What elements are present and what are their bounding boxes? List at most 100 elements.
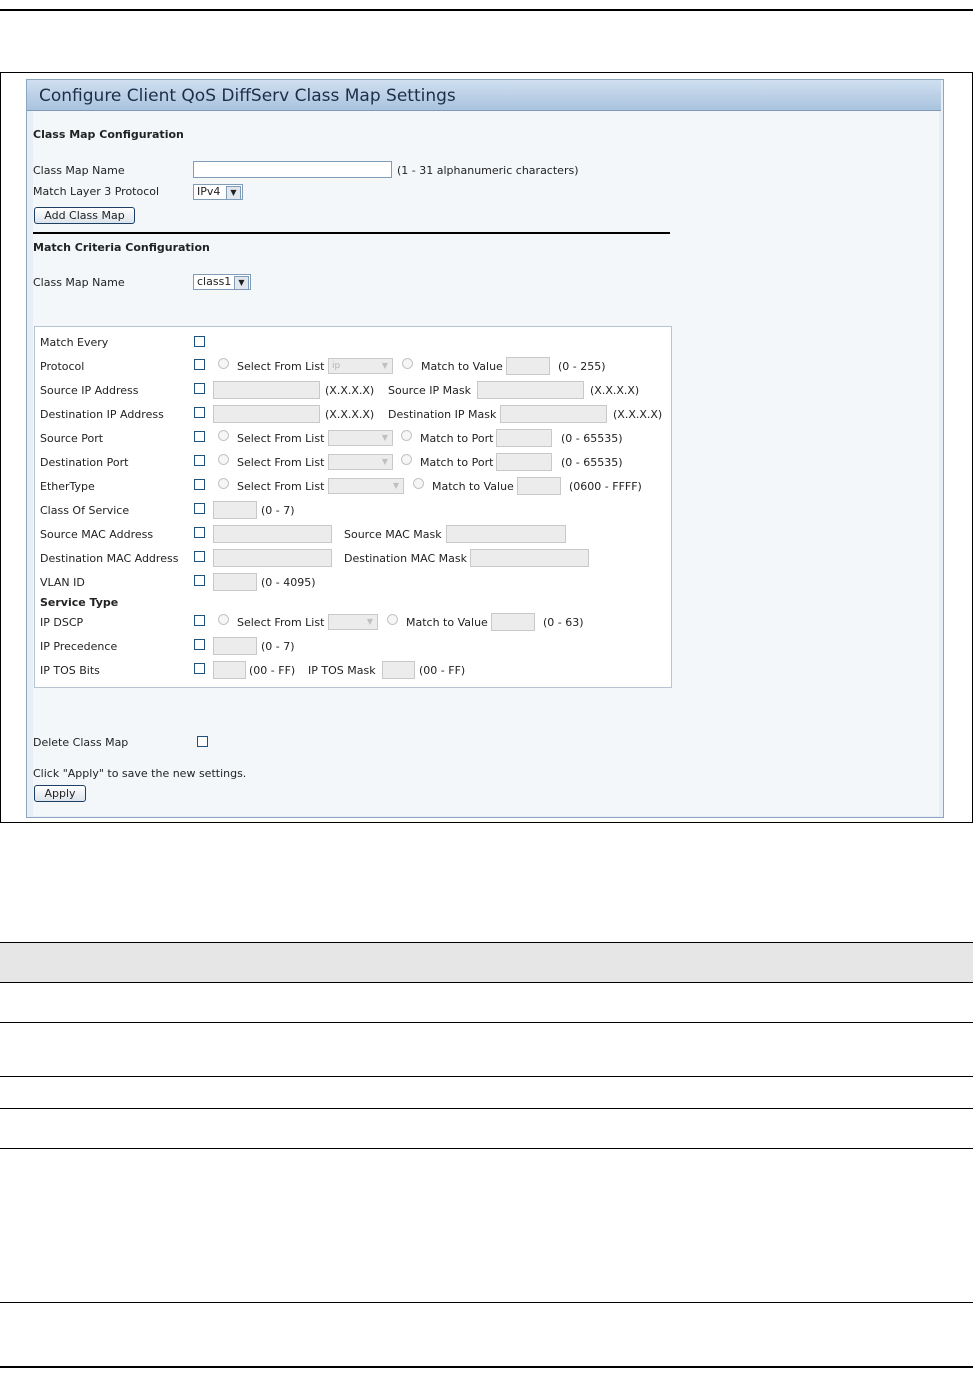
protocol-select-list-label: Select From List [237, 360, 325, 373]
class-map-name-input[interactable] [193, 161, 392, 178]
dest-port-checkbox[interactable] [194, 455, 205, 466]
match-every-label: Match Every [40, 336, 109, 349]
chevron-down-icon: ▼ [366, 617, 374, 626]
dest-ip-mask-format: (X.X.X.X) [613, 408, 663, 421]
dest-ip-label: Destination IP Address [40, 408, 164, 421]
dest-port-select-list-radio[interactable] [218, 454, 229, 465]
section-divider [33, 232, 670, 234]
chevron-down-icon: ▼ [234, 276, 249, 290]
source-mac-checkbox[interactable] [194, 527, 205, 538]
layer3-protocol-value: IPv4 [197, 185, 221, 198]
cos-label: Class Of Service [40, 504, 130, 517]
table-rule [0, 1108, 973, 1109]
ethertype-value-input[interactable] [517, 477, 561, 495]
apply-button[interactable]: Apply [34, 785, 86, 802]
protocol-match-value-radio[interactable] [402, 358, 413, 369]
delete-class-map-checkbox[interactable] [197, 736, 208, 747]
source-ip-mask-input[interactable] [477, 381, 584, 399]
dest-ip-mask-input[interactable] [500, 405, 607, 423]
source-port-checkbox[interactable] [194, 431, 205, 442]
source-ip-format: (X.X.X.X) [325, 384, 375, 397]
ethertype-checkbox[interactable] [194, 479, 205, 490]
dest-ip-checkbox[interactable] [194, 407, 205, 418]
source-port-match-label: Match to Port [420, 432, 494, 445]
source-port-list-select[interactable]: ▼ [328, 430, 393, 446]
layer3-protocol-select[interactable]: IPv4 ▼ [193, 184, 243, 200]
dest-ip-input[interactable] [213, 405, 320, 423]
ethertype-select-list-radio[interactable] [218, 478, 229, 489]
page-title: Configure Client QoS DiffServ Class Map … [39, 86, 456, 106]
source-port-match-radio[interactable] [401, 430, 412, 441]
cos-checkbox[interactable] [194, 503, 205, 514]
chevron-down-icon: ▼ [381, 433, 389, 442]
source-port-select-list-label: Select From List [237, 432, 325, 445]
dest-mac-checkbox[interactable] [194, 551, 205, 562]
source-port-label: Source Port [40, 432, 104, 445]
page-top-rule [0, 9, 973, 11]
table-rule [0, 1148, 973, 1149]
class-map-name-label: Class Map Name [33, 164, 125, 177]
ip-tos-mask-range: (00 - FF) [419, 664, 466, 677]
protocol-checkbox[interactable] [194, 359, 205, 370]
service-type-heading: Service Type [40, 596, 119, 609]
add-class-map-button[interactable]: Add Class Map [34, 207, 135, 224]
match-class-map-value: class1 [197, 275, 232, 288]
dest-mac-input[interactable] [213, 549, 332, 567]
ip-dscp-label: IP DSCP [40, 616, 84, 629]
vlan-label: VLAN ID [40, 576, 85, 589]
protocol-list-value: ip [332, 361, 341, 371]
class-map-name-hint: (1 - 31 alphanumeric characters) [397, 164, 579, 177]
vlan-checkbox[interactable] [194, 575, 205, 586]
ip-precedence-checkbox[interactable] [194, 639, 205, 650]
vlan-range: (0 - 4095) [261, 576, 316, 589]
dest-port-input[interactable] [496, 453, 552, 471]
ip-tos-label: IP TOS Bits [40, 664, 100, 677]
protocol-value-input[interactable] [506, 357, 550, 375]
source-ip-input[interactable] [213, 381, 320, 399]
ethertype-match-radio[interactable] [413, 478, 424, 489]
source-ip-checkbox[interactable] [194, 383, 205, 394]
ip-dscp-select-list-radio[interactable] [218, 614, 229, 625]
source-mac-mask-input[interactable] [446, 525, 566, 543]
dest-mac-mask-input[interactable] [470, 549, 589, 567]
ip-precedence-input[interactable] [213, 637, 257, 655]
table-rule [0, 1076, 973, 1077]
source-port-select-list-radio[interactable] [218, 430, 229, 441]
table-rule [0, 982, 973, 983]
ip-dscp-list-select[interactable]: ▼ [328, 614, 378, 630]
source-ip-mask-format: (X.X.X.X) [590, 384, 640, 397]
dest-port-list-select[interactable]: ▼ [328, 454, 393, 470]
vlan-input[interactable] [213, 573, 257, 591]
chevron-down-icon: ▼ [226, 186, 241, 200]
class-map-config-heading: Class Map Configuration [33, 128, 184, 141]
table-rule [0, 942, 973, 943]
dest-port-label: Destination Port [40, 456, 129, 469]
dest-port-match-radio[interactable] [401, 454, 412, 465]
chevron-down-icon: ▼ [381, 457, 389, 466]
source-mac-input[interactable] [213, 525, 332, 543]
dest-mac-label: Destination MAC Address [40, 552, 179, 565]
delete-class-map-label: Delete Class Map [33, 736, 129, 749]
match-every-checkbox[interactable] [194, 336, 205, 347]
ethertype-select-list-label: Select From List [237, 480, 325, 493]
cos-range: (0 - 7) [261, 504, 295, 517]
ip-dscp-match-radio[interactable] [387, 614, 398, 625]
ip-dscp-value-input[interactable] [491, 613, 535, 631]
table-header-row [0, 942, 973, 982]
match-class-map-select[interactable]: class1 ▼ [193, 274, 251, 290]
chevron-down-icon: ▼ [381, 361, 389, 370]
protocol-match-value-label: Match to Value [421, 360, 503, 373]
page-bottom-rule [0, 1366, 973, 1368]
ip-tos-checkbox[interactable] [194, 663, 205, 674]
protocol-select-list-radio[interactable] [218, 358, 229, 369]
ip-dscp-range: (0 - 63) [543, 616, 584, 629]
ethertype-list-select[interactable]: ▼ [328, 478, 404, 494]
table-rule [0, 1022, 973, 1023]
source-port-input[interactable] [496, 429, 552, 447]
protocol-label: Protocol [40, 360, 85, 373]
ip-tos-mask-input[interactable] [382, 661, 415, 679]
cos-input[interactable] [213, 501, 257, 519]
ip-tos-input[interactable] [213, 661, 246, 679]
ip-dscp-checkbox[interactable] [194, 615, 205, 626]
protocol-list-select[interactable]: ip ▼ [328, 358, 393, 374]
